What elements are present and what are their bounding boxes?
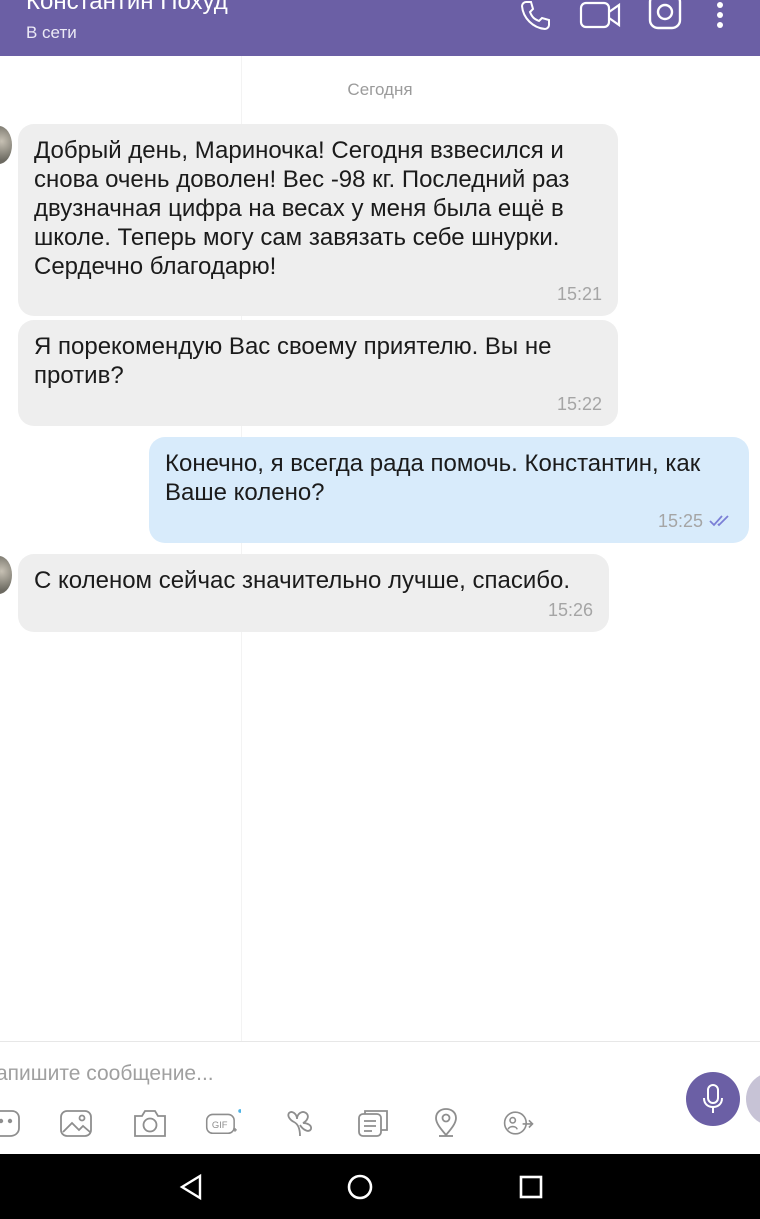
contact-name[interactable]: Константин Похуд — [26, 0, 228, 16]
video-icon[interactable] — [578, 0, 622, 30]
message-bubble-incoming[interactable]: Добрый день, Мариночка! Сегодня взвесилс… — [18, 124, 618, 316]
camera-icon[interactable] — [132, 1106, 168, 1140]
sticker-icon[interactable] — [0, 1106, 24, 1140]
read-check-icon — [709, 515, 729, 527]
microphone-icon — [703, 1084, 723, 1113]
doodle-icon[interactable] — [282, 1106, 318, 1140]
recents-nav-icon[interactable] — [516, 1172, 546, 1202]
message-text: С коленом сейчас значительно лучше, спас… — [34, 567, 570, 594]
back-nav-icon[interactable] — [176, 1172, 206, 1202]
message-bubble-incoming[interactable]: Я порекомендую Вас своему приятелю. Вы н… — [18, 320, 618, 426]
message-text: Добрый день, Мариночка! Сегодня взвесилс… — [34, 137, 570, 280]
home-nav-icon[interactable] — [345, 1172, 375, 1202]
message-text: Конечно, я всегда рада помочь. Константи… — [165, 450, 701, 506]
gif-icon[interactable]: GIF — [205, 1106, 241, 1140]
message-time: 15:22 — [556, 394, 602, 414]
message-text: Я порекомендую Вас своему приятелю. Вы н… — [34, 333, 552, 389]
voice-message-button[interactable] — [686, 1072, 740, 1126]
app-header: Константин Похуд В сети — [0, 0, 760, 56]
gallery-icon[interactable] — [58, 1106, 94, 1140]
chat-screen: Константин Похуд В сети Сегодня Добрый д… — [0, 0, 760, 1219]
composer: апишите сообщение... GIF — [0, 1041, 760, 1154]
message-input[interactable]: апишите сообщение... — [0, 1062, 214, 1086]
message-bubble-incoming[interactable]: С коленом сейчас значительно лучше, спас… — [18, 554, 609, 632]
date-separator: Сегодня — [347, 80, 413, 99]
secondary-action-button[interactable] — [746, 1072, 760, 1126]
location-icon[interactable] — [428, 1106, 464, 1140]
message-bubble-outgoing[interactable]: Конечно, я всегда рада помочь. Константи… — [149, 437, 749, 543]
phone-icon[interactable] — [518, 0, 552, 30]
avatar[interactable] — [0, 556, 12, 594]
more-icon[interactable] — [710, 0, 730, 30]
contact-status: В сети — [26, 23, 77, 42]
share-icon[interactable] — [501, 1106, 537, 1140]
system-navigation-bar — [0, 1154, 760, 1219]
message-time: 15:26 — [547, 600, 593, 620]
avatar[interactable] — [0, 126, 12, 164]
message-time: 15:21 — [556, 284, 602, 304]
file-icon[interactable] — [355, 1106, 391, 1140]
message-time: 15:25 — [658, 511, 733, 531]
svg-text:GIF: GIF — [212, 1119, 228, 1130]
instagram-icon[interactable] — [647, 0, 683, 30]
message-list[interactable]: Сегодня Добрый день, Мариночка! Сегодня … — [0, 56, 760, 1041]
